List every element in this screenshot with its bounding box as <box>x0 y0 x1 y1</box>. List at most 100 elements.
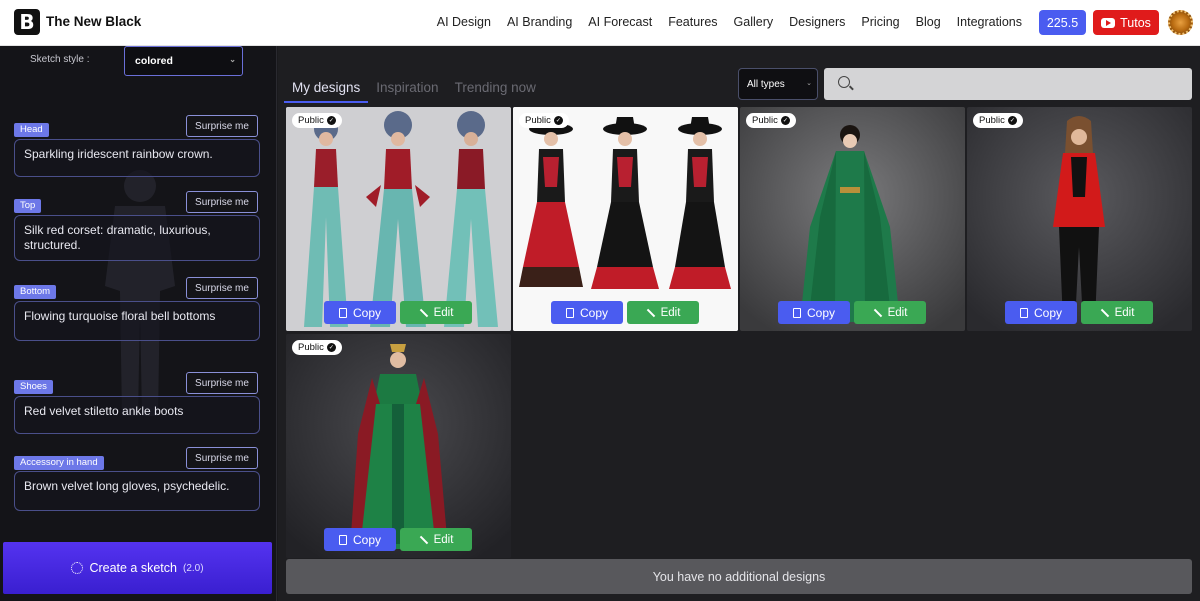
tab-my-designs[interactable]: My designs <box>284 78 369 103</box>
edit-button[interactable]: Edit <box>854 301 926 324</box>
check-icon: ✓ <box>780 116 790 125</box>
sketch-style-label: Sketch style : <box>30 54 90 65</box>
design-image <box>967 107 1192 331</box>
sketch-style-value: colored <box>135 55 173 67</box>
tutos-button[interactable]: Tutos <box>1093 10 1159 35</box>
nav-designers[interactable]: Designers <box>789 15 845 29</box>
sparkle-icon <box>71 562 84 574</box>
design-image <box>740 107 965 331</box>
public-badge: Public ✓ <box>746 113 796 128</box>
tutos-label: Tutos <box>1120 15 1151 30</box>
edit-label: Edit <box>887 306 908 319</box>
edit-label: Edit <box>660 306 681 319</box>
copy-button[interactable]: Copy <box>1005 301 1077 324</box>
nav-integrations[interactable]: Integrations <box>957 15 1022 29</box>
public-badge-label: Public <box>979 115 1005 126</box>
create-sketch-button[interactable]: Create a sketch (2.0) <box>3 542 272 594</box>
edit-label: Edit <box>433 533 454 546</box>
design-image <box>286 334 511 558</box>
head-field[interactable]: Sparkling iridescent rainbow crown. <box>14 139 260 177</box>
nav-pricing[interactable]: Pricing <box>861 15 899 29</box>
nav-ai-design[interactable]: AI Design <box>437 15 491 29</box>
design-image <box>286 107 511 331</box>
copy-icon <box>565 307 574 318</box>
surprise-top-button[interactable]: Surprise me <box>186 191 258 213</box>
copy-button[interactable]: Copy <box>324 301 396 324</box>
tab-trending-now[interactable]: Trending now <box>447 78 544 103</box>
edit-icon <box>419 308 428 317</box>
copy-icon <box>792 307 801 318</box>
logo-icon[interactable]: B <box>14 9 40 35</box>
top-tag: Top <box>14 199 42 213</box>
top-field[interactable]: Silk red corset: dramatic, luxurious, st… <box>14 215 260 261</box>
nav-ai-branding[interactable]: AI Branding <box>507 15 572 29</box>
shoes-field[interactable]: Red velvet stiletto ankle boots <box>14 396 260 434</box>
nav-features[interactable]: Features <box>668 15 717 29</box>
sketch-style-select[interactable]: colored ⌄ <box>124 46 243 76</box>
public-badge-label: Public <box>298 342 324 353</box>
design-sidebar: Sketch style : colored ⌄ Head Surprise m… <box>0 46 277 601</box>
nav-ai-forecast[interactable]: AI Forecast <box>588 15 652 29</box>
chevron-down-icon: ⌄ <box>229 55 236 64</box>
mannequin-silhouette <box>105 170 175 416</box>
search-icon <box>838 76 850 88</box>
designs-panel: My designs Inspiration Trending now All … <box>278 46 1200 601</box>
nav-gallery[interactable]: Gallery <box>734 15 774 29</box>
brand-name[interactable]: The New Black <box>46 14 141 29</box>
copy-icon <box>1019 307 1028 318</box>
check-icon: ✓ <box>1007 116 1017 125</box>
shoes-tag: Shoes <box>14 380 53 394</box>
design-card[interactable]: Public ✓ Copy Edit <box>967 107 1192 331</box>
public-badge-label: Public <box>525 115 551 126</box>
avatar[interactable] <box>1168 10 1193 35</box>
design-card[interactable]: Public ✓ Copy Edit <box>286 334 511 558</box>
create-sketch-version: (2.0) <box>182 562 204 574</box>
edit-button[interactable]: Edit <box>1081 301 1153 324</box>
public-badge: Public ✓ <box>973 113 1023 128</box>
no-more-designs-notice: You have no additional designs <box>286 559 1192 594</box>
type-filter-select[interactable]: All types ⌄ <box>738 68 818 100</box>
edit-icon <box>873 308 882 317</box>
copy-label: Copy <box>352 305 381 320</box>
credits-button[interactable]: 225.5 <box>1039 10 1086 35</box>
accessory-field[interactable]: Brown velvet long gloves, psychedelic. <box>14 471 260 511</box>
public-badge-label: Public <box>752 115 778 126</box>
copy-button[interactable]: Copy <box>551 301 623 324</box>
edit-button[interactable]: Edit <box>627 301 699 324</box>
copy-label: Copy <box>806 305 835 320</box>
bottom-tag: Bottom <box>14 285 57 299</box>
copy-label: Copy <box>352 532 381 547</box>
public-badge: Public ✓ <box>292 340 342 355</box>
copy-label: Copy <box>1033 305 1062 320</box>
surprise-accessory-button[interactable]: Surprise me <box>186 447 258 469</box>
head-tag: Head <box>14 123 49 137</box>
design-card[interactable]: Public ✓ Copy Edit <box>513 107 738 331</box>
surprise-head-button[interactable]: Surprise me <box>186 115 258 137</box>
edit-button[interactable]: Edit <box>400 301 472 324</box>
edit-icon <box>646 308 655 317</box>
nav-blog[interactable]: Blog <box>916 15 941 29</box>
copy-icon <box>338 534 347 545</box>
design-card[interactable]: Public ✓ Copy Edit <box>740 107 965 331</box>
top-navbar: B The New Black AI Design AI Branding AI… <box>0 0 1200 46</box>
copy-button[interactable]: Copy <box>778 301 850 324</box>
copy-button[interactable]: Copy <box>324 528 396 551</box>
accessory-tag: Accessory in hand <box>14 456 104 470</box>
tab-inspiration[interactable]: Inspiration <box>368 78 446 103</box>
design-card[interactable]: Public ✓ Copy Edit <box>286 107 511 331</box>
chevron-down-icon: ⌄ <box>806 80 812 87</box>
main-nav: AI Design AI Branding AI Forecast Featur… <box>437 15 1022 29</box>
design-image <box>513 107 738 331</box>
edit-label: Edit <box>1114 306 1135 319</box>
surprise-shoes-button[interactable]: Surprise me <box>186 372 258 394</box>
search-input[interactable] <box>824 68 1192 100</box>
edit-button[interactable]: Edit <box>400 528 472 551</box>
check-icon: ✓ <box>326 116 336 125</box>
copy-label: Copy <box>579 305 608 320</box>
bottom-field[interactable]: Flowing turquoise floral bell bottoms <box>14 301 260 341</box>
design-tabs: My designs Inspiration Trending now <box>284 78 544 103</box>
public-badge: Public ✓ <box>292 113 342 128</box>
surprise-bottom-button[interactable]: Surprise me <box>186 277 258 299</box>
copy-icon <box>338 307 347 318</box>
edit-label: Edit <box>433 306 454 319</box>
